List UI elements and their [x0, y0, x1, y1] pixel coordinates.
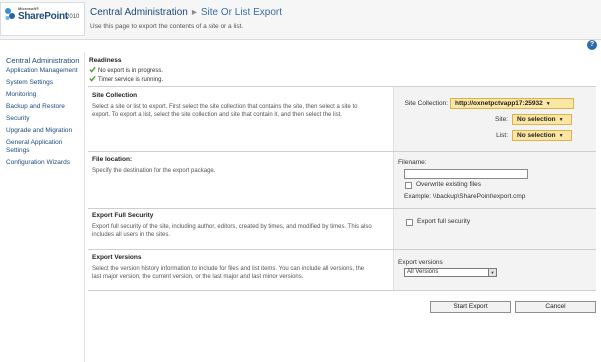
- export-versions-label: Export versions: [398, 259, 443, 266]
- overwrite-checkbox[interactable]: [405, 182, 412, 189]
- site-value: No selection: [517, 116, 556, 123]
- filename-input[interactable]: [404, 169, 528, 179]
- site-selector[interactable]: No selection ▼: [512, 114, 572, 125]
- site-collection-value: http://oxnetpctvapp17:25932: [455, 100, 543, 107]
- export-versions-selected: All Versions: [407, 269, 439, 275]
- quick-launch-nav: Central Administration Application Manag…: [0, 56, 84, 171]
- sharepoint-logo[interactable]: Microsoft® SharePoint 2010: [0, 2, 85, 36]
- logo-product-text: SharePoint: [18, 11, 68, 22]
- full-security-panel: [393, 209, 596, 249]
- nav-application-management[interactable]: Application Management: [0, 67, 84, 75]
- readiness-item: Timer service is running.: [89, 75, 163, 83]
- breadcrumb-current: Site Or List Export: [200, 7, 282, 18]
- list-selector[interactable]: No selection ▼: [512, 130, 572, 141]
- nav-system-settings[interactable]: System Settings: [0, 79, 84, 87]
- readiness-item: No export is in progress.: [89, 66, 163, 74]
- nav-backup-and-restore[interactable]: Backup and Restore: [0, 103, 84, 111]
- check-icon: [89, 66, 96, 73]
- page-title: Central Administration ▸ Site Or List Expo…: [90, 7, 282, 18]
- site-collection-description: Select a site or list to export. First s…: [92, 104, 358, 118]
- list-value: No selection: [517, 132, 556, 139]
- file-location-description: Specify the destination for the export p…: [92, 168, 216, 174]
- sharepoint-logo-icon: [5, 8, 15, 20]
- site-label: Site:: [494, 116, 508, 123]
- logo-version-text: 2010: [66, 14, 80, 20]
- start-export-button[interactable]: Start Export: [430, 301, 511, 313]
- sidebar-divider: [84, 52, 85, 362]
- nav-upgrade-and-migration[interactable]: Upgrade and Migration: [0, 127, 84, 135]
- nav-central-administration[interactable]: Central Administration: [0, 56, 84, 65]
- site-collection-selector[interactable]: http://oxnetpctvapp17:25932 ▼: [450, 98, 574, 109]
- breadcrumb-separator: ▸: [191, 7, 197, 18]
- full-security-checkbox[interactable]: [406, 219, 413, 226]
- cancel-button[interactable]: Cancel: [515, 301, 596, 313]
- breadcrumb-root[interactable]: Central Administration: [90, 7, 188, 18]
- site-collection-label: Site Collection:: [404, 100, 448, 107]
- chevron-down-icon: ▼: [558, 117, 564, 123]
- nav-general-application-settings[interactable]: General Application Settings: [0, 139, 84, 155]
- overwrite-label: Overwrite existing files: [416, 181, 482, 188]
- file-location-title: File location:: [92, 156, 133, 163]
- filename-example: Example: \\backup\SharePoint\export.cmp: [404, 193, 526, 200]
- chevron-down-icon: ▼: [558, 133, 564, 139]
- full-security-title: Export Full Security: [92, 212, 154, 219]
- readiness-export-status: No export is in progress.: [98, 68, 164, 74]
- page-description: Use this page to export the contents of …: [90, 23, 244, 30]
- section-divider: [88, 290, 596, 291]
- check-icon: [89, 75, 96, 82]
- full-security-description: Export full security of the site, includ…: [92, 224, 372, 238]
- nav-security[interactable]: Security: [0, 115, 84, 123]
- full-security-label: Export full security: [417, 218, 471, 225]
- help-icon[interactable]: ?: [587, 40, 597, 50]
- filename-label: Filename:: [398, 159, 427, 166]
- chevron-down-icon: ▼: [545, 101, 551, 107]
- export-versions-title: Export Versions: [92, 254, 142, 261]
- page-header: [0, 0, 601, 40]
- site-collection-title: Site Collection: [92, 92, 138, 99]
- export-versions-select[interactable]: All Versions ▼: [404, 268, 497, 277]
- nav-monitoring[interactable]: Monitoring: [0, 91, 84, 99]
- export-versions-description: Select the version history information t…: [92, 266, 365, 280]
- chevron-down-icon[interactable]: ▼: [488, 269, 496, 276]
- list-label: List:: [496, 132, 508, 139]
- nav-configuration-wizards[interactable]: Configuration Wizards: [0, 159, 84, 167]
- readiness-timer-status: Timer service is running.: [98, 77, 164, 83]
- readiness-title: Readiness: [89, 57, 122, 64]
